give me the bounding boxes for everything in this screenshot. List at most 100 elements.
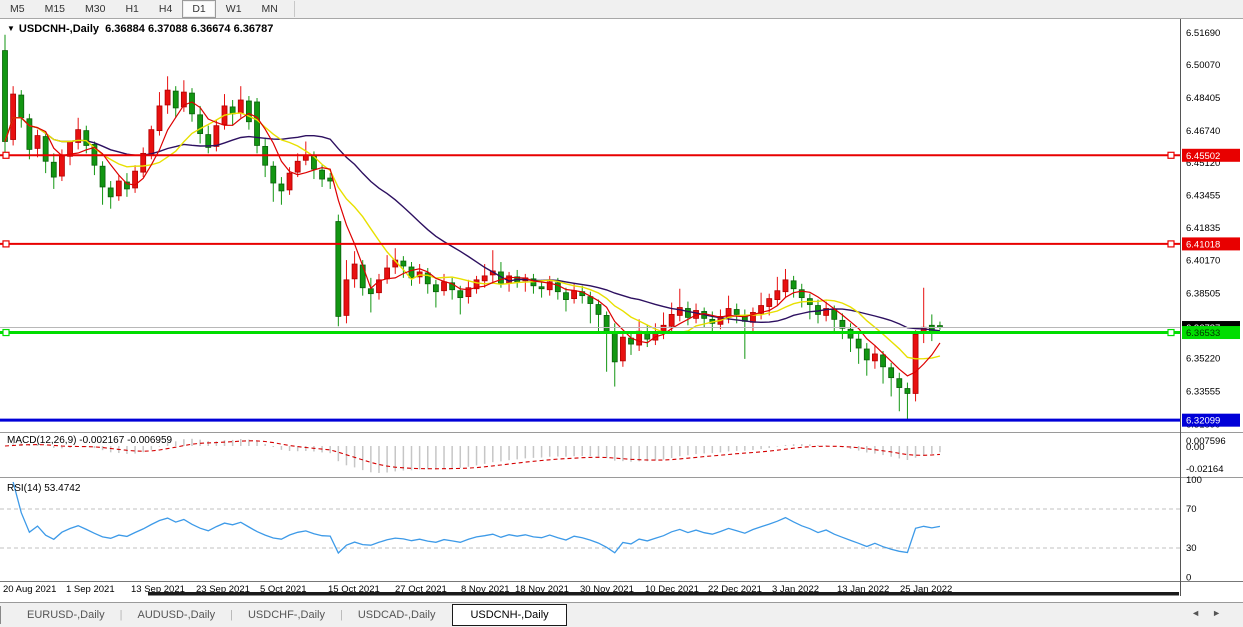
candle [149,130,154,155]
timeframe-button-m15[interactable]: M15 [35,0,75,18]
timeframe-button-mn[interactable]: MN [252,0,288,18]
candle [832,309,837,319]
hline-handle[interactable] [1168,241,1174,247]
candle [913,334,918,393]
candle [685,308,690,317]
rsi-line [13,482,940,553]
macd-name: MACD(12,26,9) [7,435,76,446]
price-axis-label: 6.48405 [1186,93,1220,104]
candle [238,100,243,113]
tab-scroll-right-icon[interactable]: ► [1212,608,1233,618]
price-axis-label: 6.41835 [1186,223,1220,234]
tab-usdchfdaily[interactable]: USDCHF-,Daily [233,605,340,625]
ohlc-close: 6.36787 [234,23,274,35]
candle [43,137,48,162]
macd-indicator-label: MACD(12,26,9) -0.002167 -0.006959 [7,435,172,446]
candle [108,188,113,197]
candle [295,161,300,172]
ohlc-high: 6.37088 [148,23,188,35]
macd-main-value: -0.002167 [79,435,124,446]
candle [165,90,170,105]
hline-handle[interactable] [1168,330,1174,336]
tab-usdcnhdaily[interactable]: USDCNH-,Daily [452,604,566,626]
candle [198,115,203,134]
candle [872,354,877,361]
hline-level-badge-text: 6.41018 [1186,239,1220,250]
tab-scroll-left-icon[interactable]: ◄ [1191,608,1212,618]
timeframe-button-h4[interactable]: H4 [149,0,182,18]
candle [11,94,16,139]
candle [864,349,869,360]
candle [360,265,365,288]
rsi-axis-label: 70 [1186,504,1197,515]
candle [385,268,390,279]
trading-terminal-window: M5M15M30H1H4D1W1MN 6.516906.500706.48405… [0,0,1243,627]
price-axis-label: 6.46740 [1186,126,1220,137]
chart-symbol: USDCNH-,Daily [19,23,99,35]
ohlc-low: 6.36674 [191,23,231,35]
candle [173,91,178,108]
tab-usdcaddaily[interactable]: USDCAD-,Daily [343,605,451,625]
candle [157,106,162,131]
price-axis-label: 6.43455 [1186,191,1220,202]
ma-slow-line [5,118,940,331]
chart-dropdown-icon[interactable]: ▼ [7,24,15,33]
timeframe-button-m5[interactable]: M5 [0,0,35,18]
macd-axis-label: 0.00 [1186,442,1205,453]
hline-level-badge-text: 6.36533 [1186,328,1220,339]
candle [604,315,609,332]
candle [539,287,544,289]
candle [214,126,219,147]
candle [458,291,463,298]
candle [816,306,821,315]
chart-area[interactable]: 6.516906.500706.484056.467406.451206.434… [0,18,1243,603]
candle [279,184,284,191]
toolbar-separator [294,1,295,17]
tab-audusddaily[interactable]: AUDUSD-,Daily [122,605,230,625]
ma-fast-line [5,102,940,376]
candle [442,282,447,291]
candle [328,178,333,181]
candle [19,95,24,118]
price-axis-label: 6.38505 [1186,289,1220,300]
price-axis-label: 6.33555 [1186,386,1220,397]
rsi-indicator-label: RSI(14) 53.4742 [7,483,80,494]
time-axis-label: 1 Sep 2021 [66,584,115,595]
candle [767,299,772,307]
timeframe-button-h1[interactable]: H1 [115,0,148,18]
price-axis-label: 6.50070 [1186,60,1220,71]
timeframe-button-m30[interactable]: M30 [75,0,115,18]
hline-handle[interactable] [1168,152,1174,158]
rsi-axis-label: 100 [1186,475,1202,486]
price-axis-label: 6.40170 [1186,256,1220,267]
tabs-container: EURUSD-,Daily|AUDUSD-,Daily|USDCHF-,Dail… [12,604,569,626]
hline-handle[interactable] [3,152,9,158]
timeframe-button-d1[interactable]: D1 [182,0,215,18]
candle [620,337,625,361]
candle [572,291,577,299]
macd-axis-label: -0.02164 [1186,464,1224,475]
candle [352,264,357,279]
ma-mid-line [5,113,940,359]
hline-handle[interactable] [3,330,9,336]
rsi-name: RSI(14) [7,483,41,494]
candle [734,309,739,314]
chart-title: ▼ USDCNH-,Daily 6.36884 6.37088 6.36674 6… [7,23,273,35]
candle [271,166,276,183]
price-axis-label: 6.35220 [1186,353,1220,364]
tabbar-edge [0,606,4,624]
candle [344,280,349,316]
horizontal-scrollbar[interactable] [148,592,1179,596]
candle [482,276,487,281]
hline-level-badge-text: 6.45502 [1186,151,1220,162]
candle [255,102,260,145]
timeframe-button-w1[interactable]: W1 [216,0,252,18]
candle [246,101,251,122]
candle [336,222,341,317]
tab-eurusddaily[interactable]: EURUSD-,Daily [12,605,120,625]
hline-handle[interactable] [3,241,9,247]
candle [881,355,886,367]
chart-tab-bar: EURUSD-,Daily|AUDUSD-,Daily|USDCHF-,Dail… [0,602,1243,627]
chart-canvas[interactable]: 6.516906.500706.484056.467406.451206.434… [0,18,1243,603]
ohlc-open: 6.36884 [105,23,145,35]
